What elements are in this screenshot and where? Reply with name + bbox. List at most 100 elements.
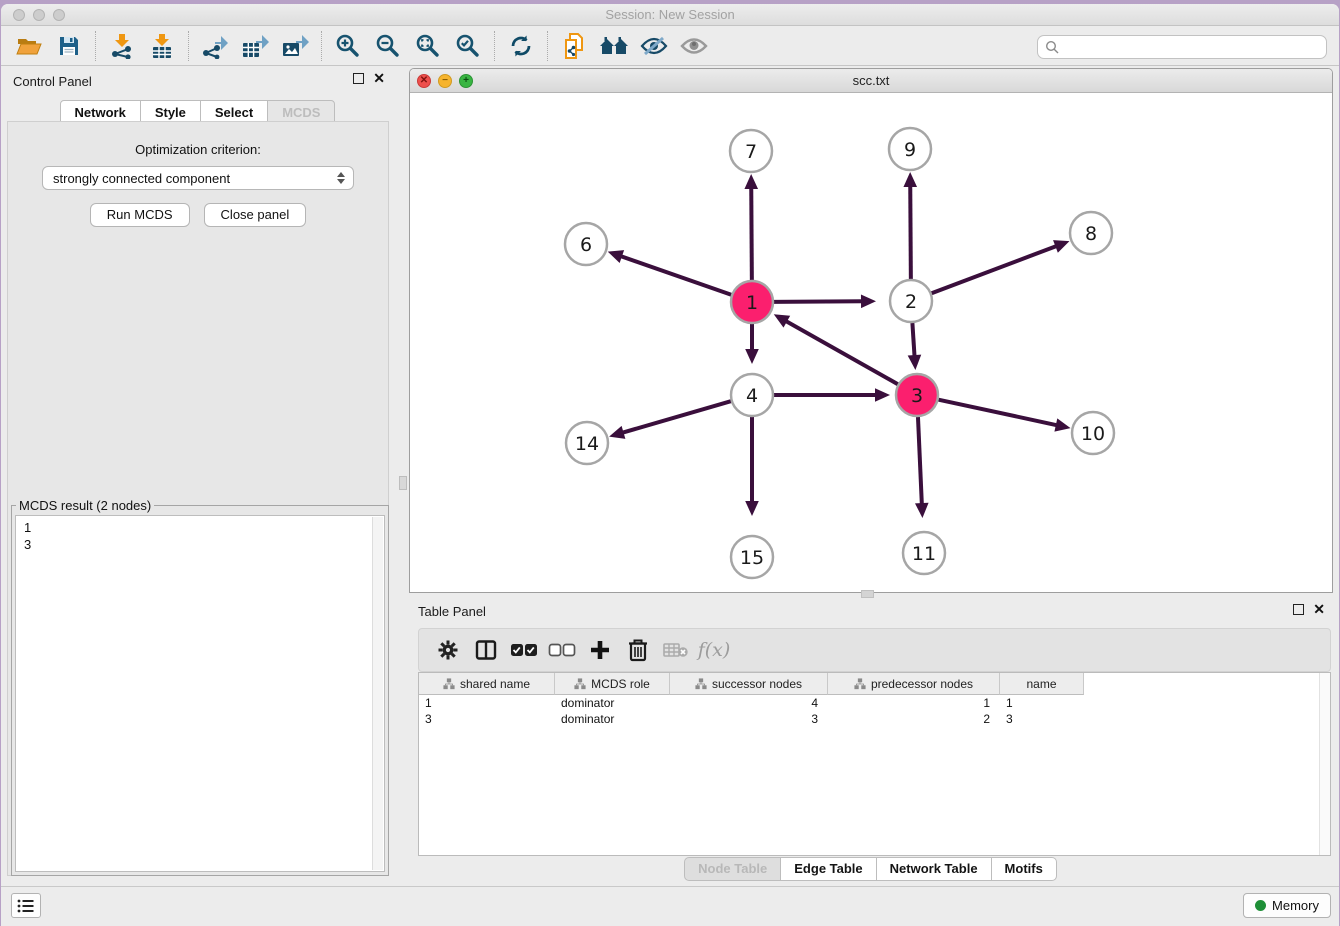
edge-3-11[interactable]	[918, 417, 922, 505]
cell[interactable]: dominator	[555, 695, 670, 711]
cell[interactable]: 4	[670, 695, 828, 711]
export-image-icon[interactable]	[275, 30, 315, 62]
table-tabs: Node TableEdge TableNetwork TableMotifs	[409, 857, 1333, 881]
export-network-icon[interactable]	[195, 30, 235, 62]
unselect-all-icon[interactable]	[543, 633, 581, 667]
column-header-predecessor-nodes[interactable]: predecessor nodes	[828, 673, 1000, 695]
memory-button[interactable]: Memory	[1243, 893, 1331, 918]
toolbar-separator	[95, 31, 96, 61]
mcds-result-box[interactable]: 1 3	[15, 515, 385, 872]
zoom-in-icon[interactable]	[328, 30, 368, 62]
arrowhead-3-11	[915, 503, 929, 518]
close-panel-button[interactable]: Close panel	[204, 203, 307, 227]
float-table-panel-icon[interactable]	[1293, 604, 1304, 615]
arrowhead-1-7	[744, 174, 758, 189]
create-column-icon[interactable]	[581, 633, 619, 667]
table-row[interactable]: 1dominator411	[419, 695, 1330, 711]
export-table-icon[interactable]	[235, 30, 275, 62]
node-label-15: 15	[740, 547, 764, 569]
node-label-2: 2	[905, 291, 917, 313]
arrowhead-4-14	[609, 426, 625, 439]
edge-2-9[interactable]	[910, 185, 911, 279]
network-canvas-svg: 7968124314101511	[410, 93, 1333, 593]
column-header-MCDS-role[interactable]: MCDS role	[555, 673, 670, 695]
save-session-icon[interactable]	[49, 30, 89, 62]
function-builder-icon[interactable]: f(x)	[695, 633, 733, 667]
node-label-4: 4	[746, 385, 758, 407]
arrowhead-3-10	[1054, 418, 1070, 431]
network-window-titlebar[interactable]: ✕ − + scc.txt	[410, 69, 1332, 93]
run-mcds-button[interactable]: Run MCDS	[90, 203, 190, 227]
hierarchy-icon	[854, 678, 866, 690]
arrowhead-2-8	[1053, 240, 1069, 253]
cell[interactable]: 1	[1000, 695, 1084, 711]
column-header-name[interactable]: name	[1000, 673, 1084, 695]
tab-motifs[interactable]: Motifs	[991, 857, 1057, 881]
arrowhead-2-3	[908, 355, 922, 370]
edge-1-7[interactable]	[751, 187, 752, 280]
cell[interactable]: 3	[1000, 711, 1084, 727]
tab-network-table[interactable]: Network Table	[876, 857, 992, 881]
cell[interactable]: 2	[828, 711, 1000, 727]
import-table-icon[interactable]	[142, 30, 182, 62]
task-history-button[interactable]	[11, 893, 41, 918]
edge-1-2[interactable]	[774, 301, 863, 302]
mcds-result-text: 1 3	[16, 516, 384, 553]
refresh-icon[interactable]	[501, 30, 541, 62]
new-network-from-selection-icon[interactable]	[554, 30, 594, 62]
first-neighbors-icon[interactable]	[594, 30, 634, 62]
zoom-fit-icon[interactable]	[408, 30, 448, 62]
network-canvas[interactable]: 7968124314101511	[410, 93, 1332, 592]
import-network-icon[interactable]	[102, 30, 142, 62]
table-panel: Table Panel ✕	[409, 599, 1333, 886]
cell[interactable]: 3	[419, 711, 555, 727]
hide-selected-icon[interactable]	[634, 30, 674, 62]
mcds-result-group: MCDS result (2 nodes) 1 3	[11, 498, 389, 876]
tab-edge-table[interactable]: Edge Table	[780, 857, 876, 881]
delete-column-icon[interactable]	[657, 633, 695, 667]
optimization-criterion-value: strongly connected component	[53, 171, 230, 186]
horizontal-splitter-handle[interactable]	[861, 590, 874, 598]
tab-node-table[interactable]: Node Table	[684, 857, 781, 881]
table-settings-icon[interactable]	[429, 633, 467, 667]
node-label-11: 11	[912, 543, 936, 565]
cell[interactable]: 1	[419, 695, 555, 711]
status-bar: Memory	[1, 886, 1339, 926]
search-input[interactable]	[1037, 35, 1327, 59]
select-all-icon[interactable]	[505, 633, 543, 667]
table-toolbar: f(x)	[418, 628, 1331, 672]
edge-1-6[interactable]	[620, 256, 731, 295]
cell[interactable]: 1	[828, 695, 1000, 711]
show-all-icon[interactable]	[674, 30, 714, 62]
close-panel-icon[interactable]: ✕	[373, 73, 385, 84]
open-session-icon[interactable]	[9, 30, 49, 62]
column-header-shared-name[interactable]: shared name	[419, 673, 555, 695]
zoom-selected-icon[interactable]	[448, 30, 488, 62]
cell[interactable]: dominator	[555, 711, 670, 727]
edge-3-10[interactable]	[939, 400, 1058, 426]
edge-4-14[interactable]	[622, 401, 731, 433]
window-title: Session: New Session	[1, 7, 1339, 22]
table-row[interactable]: 3dominator323	[419, 711, 1330, 727]
delete-entry-icon[interactable]	[619, 633, 657, 667]
vertical-splitter-handle[interactable]	[399, 476, 407, 490]
arrowhead-4-15	[745, 501, 759, 516]
float-panel-icon[interactable]	[353, 73, 364, 84]
main-titlebar: Session: New Session	[1, 4, 1339, 26]
show-columns-icon[interactable]	[467, 633, 505, 667]
zoom-out-icon[interactable]	[368, 30, 408, 62]
edge-3-1[interactable]	[785, 321, 898, 385]
node-table[interactable]: shared nameMCDS rolesuccessor nodesprede…	[418, 672, 1331, 856]
edge-2-3[interactable]	[912, 323, 914, 357]
table-body: 1dominator4113dominator323	[419, 695, 1330, 727]
optimization-criterion-select[interactable]: strongly connected component	[42, 166, 354, 190]
list-icon	[16, 897, 36, 915]
cell[interactable]: 3	[670, 711, 828, 727]
column-header-successor-nodes[interactable]: successor nodes	[670, 673, 828, 695]
app-window: Session: New Session	[1, 4, 1339, 926]
result-scrollbar[interactable]	[372, 517, 383, 870]
close-table-panel-icon[interactable]: ✕	[1313, 604, 1325, 615]
table-scrollbar[interactable]	[1319, 673, 1330, 855]
arrowhead-1-4	[745, 349, 759, 364]
edge-2-8[interactable]	[932, 246, 1058, 294]
